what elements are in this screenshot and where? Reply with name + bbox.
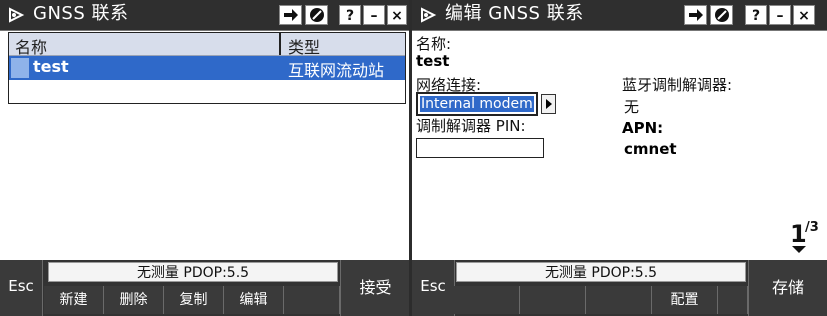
edit-connection-panel: 编辑 GNSS 联系 ? – × 名称: test 网络连接: Internal… [412, 0, 827, 316]
column-header-type[interactable]: 类型 [288, 34, 320, 58]
connections-panel: GNSS 联系 ? – × 名称 类型 test 互联网流动站 Esc 无测量 … [0, 0, 410, 316]
right-titlebar: 编辑 GNSS 联系 ? – × [412, 0, 827, 31]
column-separator[interactable] [279, 33, 281, 55]
minimize-button[interactable]: – [769, 5, 791, 25]
window-title: 编辑 GNSS 联系 [445, 3, 584, 24]
name-value: test [416, 52, 450, 70]
row-selection-marker [11, 58, 29, 78]
column-header-name[interactable]: 名称 [15, 34, 47, 58]
close-button[interactable]: × [387, 5, 407, 25]
config-button[interactable]: 配置 [652, 286, 718, 314]
connections-list[interactable]: 名称 类型 test 互联网流动站 [8, 32, 406, 104]
page-down-arrow-icon [792, 246, 806, 253]
network-connection-value: Internal modem [420, 96, 534, 112]
empty-softkey[interactable] [284, 286, 340, 314]
app-satellite-icon[interactable] [418, 5, 438, 25]
app-satellite-icon[interactable] [6, 5, 26, 25]
accept-button[interactable]: 接受 [340, 260, 410, 316]
bluetooth-modem-value: 无 [624, 98, 640, 116]
network-connection-select[interactable]: Internal modem [416, 92, 538, 116]
close-button[interactable]: × [793, 5, 815, 25]
right-softkey-bar: Esc 无测量 PDOP:5.5 配置 存储 [412, 260, 827, 316]
empty-softkey-4[interactable] [718, 286, 748, 314]
forward-icon [283, 9, 298, 21]
status-bar: 无测量 PDOP:5.5 [456, 262, 746, 282]
page-indicator[interactable]: 1 /3 [788, 220, 822, 256]
empty-softkey-3[interactable] [586, 286, 652, 314]
forward-button[interactable] [684, 5, 707, 25]
esc-button[interactable]: Esc [412, 260, 455, 316]
status-bar: 无测量 PDOP:5.5 [48, 262, 338, 282]
stop-button[interactable] [710, 5, 733, 25]
modem-pin-field[interactable] [416, 138, 544, 158]
empty-softkey-2[interactable] [520, 286, 586, 314]
dropdown-arrow-icon[interactable] [541, 94, 556, 114]
minimize-button[interactable]: – [363, 5, 385, 25]
row-name: test [33, 57, 69, 76]
left-titlebar: GNSS 联系 ? – × [0, 0, 410, 31]
edit-button[interactable]: 编辑 [224, 286, 284, 314]
window-title: GNSS 联系 [33, 3, 129, 24]
page-total: /3 [805, 220, 819, 235]
list-item[interactable]: test 互联网流动站 [9, 56, 405, 80]
help-button[interactable]: ? [339, 5, 361, 25]
store-button[interactable]: 存储 [748, 260, 827, 316]
list-header: 名称 类型 [9, 33, 405, 58]
forward-icon [688, 9, 703, 21]
stop-icon [714, 8, 729, 22]
left-softkey-bar: Esc 无测量 PDOP:5.5 新建 删除 复制 编辑 接受 [0, 260, 410, 316]
row-type: 互联网流动站 [288, 61, 385, 80]
copy-button[interactable]: 复制 [164, 286, 224, 314]
new-button[interactable]: 新建 [44, 286, 104, 314]
bluetooth-modem-label: 蓝牙调制解调器: [622, 76, 733, 94]
stop-button[interactable] [305, 5, 328, 25]
stop-icon [309, 8, 324, 22]
help-button[interactable]: ? [745, 5, 767, 25]
empty-softkey-1[interactable] [454, 286, 520, 314]
delete-button[interactable]: 删除 [104, 286, 164, 314]
name-label: 名称: [416, 35, 452, 53]
apn-label: APN: [622, 119, 664, 137]
apn-value: cmnet [624, 140, 677, 158]
modem-pin-label: 调制解调器 PIN: [416, 117, 526, 135]
forward-button[interactable] [279, 5, 302, 25]
esc-button[interactable]: Esc [0, 260, 43, 316]
